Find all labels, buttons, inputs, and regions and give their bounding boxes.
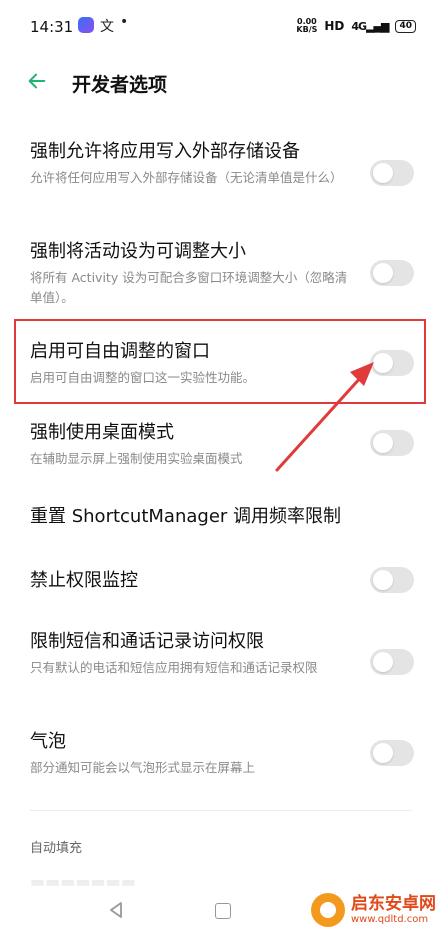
setting-title: 重置 ShortcutManager 调用频率限制	[30, 506, 342, 527]
status-time: 14:31	[30, 18, 74, 36]
toggle-knob	[373, 163, 393, 183]
setting-title: 启用可自由调整的窗口	[30, 341, 210, 362]
status-right-group: 0.00 KB/S HD 4G▂▄▆ 40	[296, 16, 416, 36]
setting-subtitle: 在辅助显示屏上强制使用实验桌面模式	[30, 451, 243, 466]
setting-title: 禁止权限监控	[30, 570, 138, 591]
toggle-knob	[373, 353, 393, 373]
watermark-name: 启东安卓网	[351, 894, 436, 914]
watermark: 启东安卓网 www.qdltd.com	[311, 893, 436, 927]
app-notification-icon	[78, 17, 94, 33]
status-bar: 14:31 文 • 0.00 KB/S HD 4G▂▄▆ 40	[0, 0, 442, 56]
toggle-knob	[373, 570, 393, 590]
arrow-left-icon[interactable]	[26, 70, 48, 92]
translate-notification-icon: 文	[100, 19, 114, 35]
toggle-disable-permission-monitoring[interactable]	[370, 567, 414, 593]
setting-subtitle: 允许将任何应用写入外部存储设备（无论清单值是什么）	[30, 170, 343, 185]
setting-title: 限制短信和通话记录访问权限	[30, 631, 264, 652]
setting-restrict-sms-call-log[interactable]: 限制短信和通话记录访问权限 只有默认的电话和短信应用拥有短信和通话记录权限	[30, 630, 420, 678]
setting-reset-shortcutmanager[interactable]: 重置 ShortcutManager 调用频率限制	[30, 505, 420, 529]
section-divider	[30, 810, 412, 811]
setting-title: 强制使用桌面模式	[30, 422, 174, 443]
setting-subtitle: 将所有 Activity 设为可配合多窗口环境调整大小（忽略清单值）。	[30, 270, 348, 305]
setting-subtitle: 启用可自由调整的窗口这一实验性功能。	[30, 370, 256, 385]
app-bar: 开发者选项	[0, 58, 442, 108]
more-notifications-dot: •	[120, 14, 129, 30]
setting-subtitle: 只有默认的电话和短信应用拥有短信和通话记录权限	[30, 660, 318, 675]
setting-disable-permission-monitoring[interactable]: 禁止权限监控	[30, 569, 420, 593]
watermark-logo	[311, 893, 345, 927]
toggle-knob	[373, 743, 393, 763]
nav-home-icon[interactable]	[215, 903, 231, 919]
toggle-bubbles[interactable]	[370, 740, 414, 766]
setting-freeform-windows[interactable]: 启用可自由调整的窗口 启用可自由调整的窗口这一实验性功能。	[30, 340, 420, 388]
setting-subtitle: 部分通知可能会以气泡形式显示在屏幕上	[30, 760, 256, 775]
section-header-autofill: 自动填充	[30, 841, 83, 856]
toggle-force-desktop-mode[interactable]	[370, 430, 414, 456]
toggle-restrict-sms-call-log[interactable]	[370, 649, 414, 675]
toggle-force-external-storage[interactable]	[370, 160, 414, 186]
network-speed: 0.00 KB/S	[296, 18, 317, 34]
watermark-text: 启东安卓网 www.qdltd.com	[351, 894, 436, 926]
signal-label: 4G	[351, 19, 367, 33]
signal-icon: 4G▂▄▆	[351, 19, 389, 33]
toggle-knob	[373, 263, 393, 283]
setting-bubbles[interactable]: 气泡 部分通知可能会以气泡形式显示在屏幕上	[30, 730, 420, 778]
setting-force-desktop-mode[interactable]: 强制使用桌面模式 在辅助显示屏上强制使用实验桌面模式	[30, 421, 420, 469]
setting-force-external-storage[interactable]: 强制允许将应用写入外部存储设备 允许将任何应用写入外部存储设备（无论清单值是什么…	[30, 140, 420, 188]
setting-force-resizable-activities[interactable]: 强制将活动设为可调整大小 将所有 Activity 设为可配合多窗口环境调整大小…	[30, 240, 420, 308]
watermark-url: www.qdltd.com	[351, 914, 429, 925]
toggle-knob	[373, 433, 393, 453]
setting-title: 气泡	[30, 731, 66, 752]
nav-back-icon[interactable]	[108, 901, 124, 919]
hd-icon: HD	[324, 19, 345, 33]
page-title: 开发者选项	[72, 74, 168, 96]
toggle-knob	[373, 652, 393, 672]
network-speed-unit: KB/S	[296, 25, 318, 34]
setting-title: 强制将活动设为可调整大小	[30, 241, 246, 262]
battery-icon: 40	[395, 19, 416, 33]
toggle-force-resizable-activities[interactable]	[370, 260, 414, 286]
toggle-freeform-windows[interactable]	[370, 350, 414, 376]
setting-title: 强制允许将应用写入外部存储设备	[30, 141, 300, 162]
